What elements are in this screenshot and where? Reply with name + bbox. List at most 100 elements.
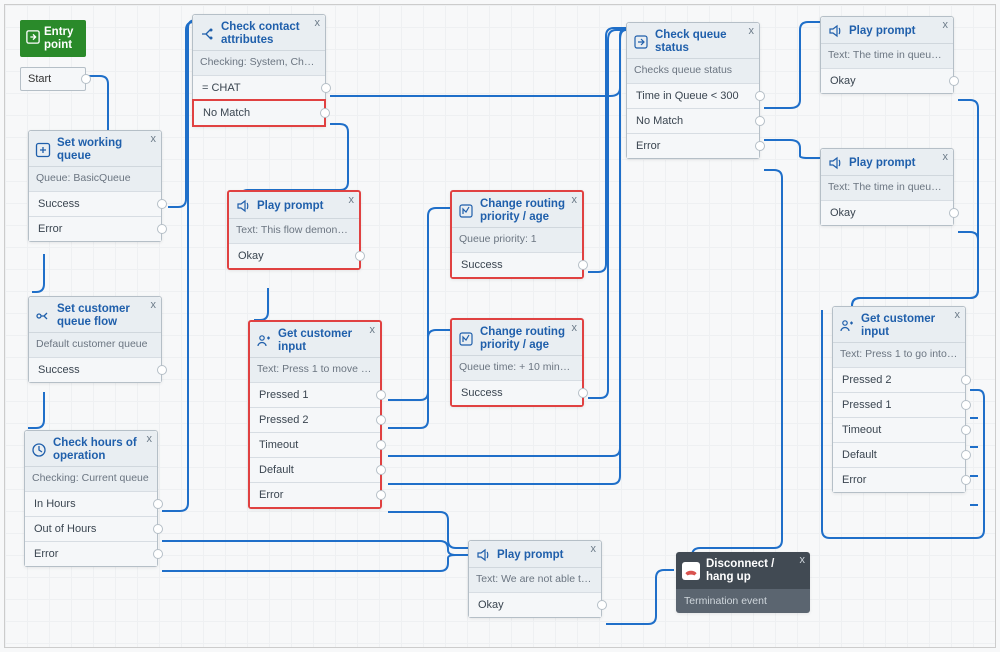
port[interactable] bbox=[153, 524, 163, 534]
change-routing-1-block[interactable]: Change routing priority / age x Queue pr… bbox=[450, 190, 584, 279]
node-subtext: Text: Press 1 to move to t... bbox=[250, 358, 380, 382]
branch[interactable]: Default bbox=[833, 442, 965, 467]
entry-start-branch[interactable]: Start bbox=[20, 67, 86, 91]
close-icon[interactable]: x bbox=[572, 194, 578, 206]
close-icon[interactable]: x bbox=[151, 299, 157, 311]
branch[interactable]: Success bbox=[29, 191, 161, 216]
check-hours-block[interactable]: Check hours of operation x Checking: Cur… bbox=[24, 430, 158, 567]
port[interactable] bbox=[376, 415, 386, 425]
port[interactable] bbox=[321, 83, 331, 93]
port[interactable] bbox=[755, 116, 765, 126]
branch[interactable]: Time in Queue < 300 bbox=[627, 83, 759, 108]
port[interactable] bbox=[755, 91, 765, 101]
branch[interactable]: Error bbox=[25, 541, 157, 566]
port[interactable] bbox=[157, 365, 167, 375]
play-prompt-unable-block[interactable]: Play prompt x Text: We are not able to t… bbox=[468, 540, 602, 618]
node-subtext: Text: We are not able to ta... bbox=[469, 568, 601, 592]
port[interactable] bbox=[597, 600, 607, 610]
port[interactable] bbox=[949, 76, 959, 86]
branch[interactable]: Pressed 1 bbox=[250, 382, 380, 407]
branch[interactable]: In Hours bbox=[25, 491, 157, 516]
port[interactable] bbox=[578, 260, 588, 270]
branch[interactable]: Okay bbox=[821, 200, 953, 225]
check-queue-status-block[interactable]: Check queue status x Checks queue status… bbox=[626, 22, 760, 159]
branch[interactable]: No Match bbox=[627, 108, 759, 133]
close-icon[interactable]: x bbox=[349, 194, 355, 206]
branch[interactable]: Success bbox=[452, 380, 582, 405]
branch[interactable]: Success bbox=[29, 357, 161, 382]
arrow-right-icon bbox=[26, 30, 40, 48]
close-icon[interactable]: x bbox=[800, 554, 806, 566]
speaker-icon bbox=[827, 155, 843, 171]
close-icon[interactable]: x bbox=[955, 309, 961, 321]
port[interactable] bbox=[157, 199, 167, 209]
port[interactable] bbox=[961, 400, 971, 410]
branch[interactable]: Okay bbox=[469, 592, 601, 617]
port[interactable] bbox=[578, 388, 588, 398]
close-icon[interactable]: x bbox=[147, 433, 153, 445]
branch[interactable]: Error bbox=[627, 133, 759, 158]
close-icon[interactable]: x bbox=[591, 543, 597, 555]
port[interactable] bbox=[81, 74, 91, 84]
play-prompt-queue-1-block[interactable]: Play prompt x Text: The time in queue is… bbox=[820, 16, 954, 94]
port[interactable] bbox=[961, 425, 971, 435]
node-subtext: Queue time: + 10 minutes bbox=[452, 356, 582, 380]
close-icon[interactable]: x bbox=[151, 133, 157, 145]
branch[interactable]: = CHAT bbox=[193, 75, 325, 100]
node-title: Change routing priority / age bbox=[480, 326, 576, 351]
branch[interactable]: Timeout bbox=[833, 417, 965, 442]
port[interactable] bbox=[355, 251, 365, 261]
node-title: Set customer queue flow bbox=[57, 303, 155, 328]
get-customer-input-2-block[interactable]: Get customer input x Text: Press 1 to go… bbox=[832, 306, 966, 493]
port[interactable] bbox=[153, 549, 163, 559]
node-subtext: Checking: Current queue bbox=[25, 467, 157, 491]
port[interactable] bbox=[376, 390, 386, 400]
branch[interactable]: Pressed 1 bbox=[833, 392, 965, 417]
port[interactable] bbox=[320, 108, 330, 118]
branch-highlighted[interactable]: No Match bbox=[192, 99, 326, 127]
close-icon[interactable]: x bbox=[943, 19, 949, 31]
set-customer-queue-flow-block[interactable]: Set customer queue flow x Default custom… bbox=[28, 296, 162, 383]
node-subtext: Text: Press 1 to go into qu... bbox=[833, 343, 965, 367]
entry-point-block[interactable]: Entry point Start bbox=[20, 20, 86, 91]
port[interactable] bbox=[376, 440, 386, 450]
branch[interactable]: Default bbox=[250, 457, 380, 482]
branch[interactable]: Error bbox=[29, 216, 161, 241]
port[interactable] bbox=[376, 465, 386, 475]
node-title: Play prompt bbox=[257, 200, 353, 213]
close-icon[interactable]: x bbox=[572, 322, 578, 334]
branch[interactable]: Okay bbox=[821, 68, 953, 93]
set-working-queue-block[interactable]: Set working queue x Queue: BasicQueue Su… bbox=[28, 130, 162, 242]
node-subtext: Termination event bbox=[676, 589, 810, 613]
port[interactable] bbox=[153, 499, 163, 509]
change-routing-2-block[interactable]: Change routing priority / age x Queue ti… bbox=[450, 318, 584, 407]
branch[interactable]: Success bbox=[452, 252, 582, 277]
port[interactable] bbox=[961, 375, 971, 385]
port[interactable] bbox=[376, 490, 386, 500]
port[interactable] bbox=[961, 475, 971, 485]
node-title: Check hours of operation bbox=[53, 437, 151, 462]
close-icon[interactable]: x bbox=[749, 25, 755, 37]
branch[interactable]: Pressed 2 bbox=[250, 407, 380, 432]
close-icon[interactable]: x bbox=[315, 17, 321, 29]
check-contact-attributes-block[interactable]: Check contact attributes x Checking: Sys… bbox=[192, 14, 326, 127]
branch[interactable]: Out of Hours bbox=[25, 516, 157, 541]
branch[interactable]: Pressed 2 bbox=[833, 367, 965, 392]
branch[interactable]: Timeout bbox=[250, 432, 380, 457]
node-subtext: Checking: System, Channel bbox=[193, 51, 325, 75]
port[interactable] bbox=[755, 141, 765, 151]
disconnect-block[interactable]: Disconnect / hang up x Termination event bbox=[676, 552, 810, 613]
branch[interactable]: Error bbox=[250, 482, 380, 507]
get-customer-input-1-block[interactable]: Get customer input x Text: Press 1 to mo… bbox=[248, 320, 382, 509]
close-icon[interactable]: x bbox=[370, 324, 376, 336]
port[interactable] bbox=[961, 450, 971, 460]
play-prompt-demo-block[interactable]: Play prompt x Text: This flow demonstra.… bbox=[227, 190, 361, 270]
port[interactable] bbox=[157, 224, 167, 234]
play-prompt-queue-2-block[interactable]: Play prompt x Text: The time in queue is… bbox=[820, 148, 954, 226]
port[interactable] bbox=[949, 208, 959, 218]
speaker-icon bbox=[827, 23, 843, 39]
branch[interactable]: Error bbox=[833, 467, 965, 492]
branch[interactable]: Okay bbox=[229, 243, 359, 268]
close-icon[interactable]: x bbox=[943, 151, 949, 163]
flow-icon bbox=[35, 308, 51, 324]
